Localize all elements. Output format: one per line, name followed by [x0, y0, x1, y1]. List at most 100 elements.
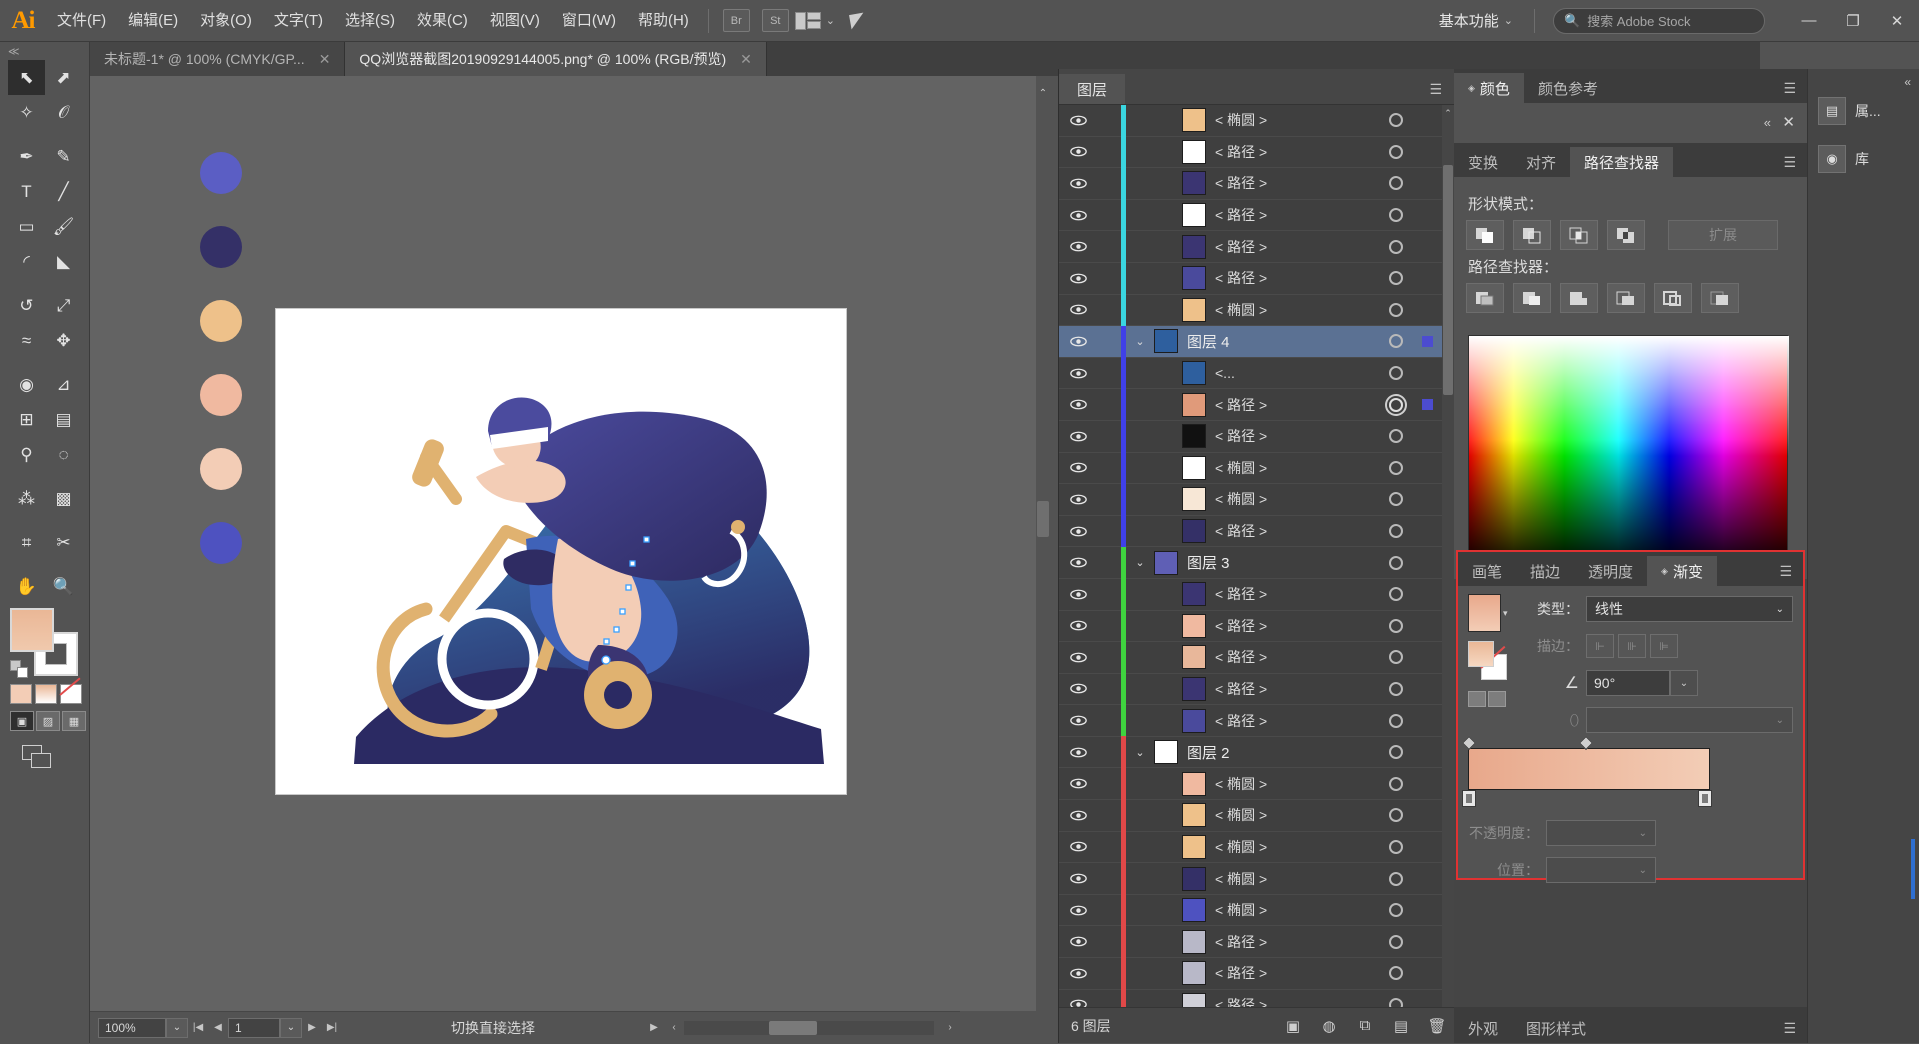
type-tool[interactable]: T	[8, 174, 45, 209]
make-clipping-mask-icon[interactable]: ▣	[1275, 1008, 1311, 1044]
lasso-tool[interactable]: 𝒪	[45, 95, 82, 130]
scale-tool[interactable]: ⤢	[45, 288, 82, 323]
expand-button[interactable]: 扩展	[1668, 220, 1778, 250]
layer-row[interactable]: < 路径 >	[1059, 420, 1455, 453]
delete-layer-icon[interactable]: 🗑	[1419, 1008, 1455, 1044]
target-indicator[interactable]	[1389, 934, 1403, 949]
target-indicator[interactable]	[1389, 587, 1403, 602]
target-indicator[interactable]	[1389, 808, 1403, 823]
tab-pathfinder[interactable]: 路径查找器	[1570, 147, 1674, 177]
layer-row[interactable]: <...	[1059, 357, 1455, 390]
color-spectrum[interactable]	[1468, 335, 1788, 567]
stroke-apply-within-icon[interactable]: ⊩	[1586, 634, 1614, 658]
rotate-tool[interactable]: ↺	[8, 288, 45, 323]
document-tab-2-close-icon[interactable]: ✕	[740, 51, 752, 68]
layer-row[interactable]: < 路径 >	[1059, 578, 1455, 611]
palette-dot-3[interactable]	[200, 300, 242, 342]
gradient-preview-swatch[interactable]	[1468, 594, 1501, 632]
unite-icon[interactable]	[1466, 220, 1504, 250]
eye-icon[interactable]	[1059, 810, 1097, 821]
gradient-opacity-select[interactable]: ⌄	[1546, 820, 1656, 846]
first-artboard-button[interactable]: |◀	[188, 1018, 208, 1038]
eye-icon[interactable]	[1059, 368, 1097, 379]
zoom-level-input[interactable]: 100%	[98, 1017, 166, 1038]
target-indicator[interactable]	[1389, 302, 1403, 317]
horizontal-scroll-thumb[interactable]	[769, 1020, 817, 1035]
gradient-type-select[interactable]: 线性 ⌄	[1586, 596, 1793, 622]
trim-icon[interactable]	[1513, 283, 1551, 313]
stroke-apply-along-icon[interactable]: ⊪	[1618, 634, 1646, 658]
default-fill-stroke-icon[interactable]	[10, 660, 30, 678]
layer-row[interactable]: < 路径 >	[1059, 199, 1455, 232]
layer-row[interactable]: < 椭圆 >	[1059, 894, 1455, 927]
target-indicator[interactable]	[1389, 745, 1403, 760]
selection-square[interactable]	[1422, 335, 1433, 347]
disclosure-triangle-icon[interactable]: ⌄	[1126, 746, 1154, 759]
eye-icon[interactable]	[1059, 841, 1097, 852]
dock-item-properties[interactable]: ▤ 属...	[1808, 87, 1919, 135]
layers-scrollbar[interactable]: ⌃	[1442, 105, 1454, 1007]
eye-icon[interactable]	[1059, 399, 1097, 410]
canvas-collapse-icon[interactable]: ⌃	[1037, 84, 1049, 102]
color-panel-menu-icon[interactable]: ☰	[1772, 73, 1807, 103]
gradient-location-select[interactable]: ⌄	[1546, 857, 1656, 883]
layer-row[interactable]: < 路径 >	[1059, 673, 1455, 706]
gradient-fill-swatch[interactable]	[1468, 641, 1494, 667]
document-tab-2[interactable]: QQ浏览器截图20190929144005.png* @ 100% (RGB/预…	[345, 42, 767, 76]
tab-transform[interactable]: 变换	[1454, 147, 1512, 177]
arrange-documents-icon[interactable]	[794, 11, 821, 30]
eye-icon[interactable]	[1059, 431, 1097, 442]
close-button[interactable]: ✕	[1875, 0, 1919, 42]
eye-icon[interactable]	[1059, 968, 1097, 979]
menu-file[interactable]: 文件(F)	[46, 0, 117, 42]
tab-brushes[interactable]: 画笔	[1458, 556, 1516, 586]
target-indicator[interactable]	[1389, 429, 1403, 444]
draw-behind-button[interactable]: ▨	[36, 711, 60, 731]
eye-icon[interactable]	[1059, 336, 1097, 347]
gradient-ramp[interactable]	[1468, 748, 1710, 790]
layer-row[interactable]: < 路径 >	[1059, 610, 1455, 643]
palette-dot-6[interactable]	[200, 522, 242, 564]
magic-wand-tool[interactable]: ✧	[8, 95, 45, 130]
new-sublayer-icon[interactable]: ⧉	[1347, 1008, 1383, 1044]
eye-icon[interactable]	[1059, 494, 1097, 505]
gradient-button[interactable]	[35, 684, 57, 704]
eye-icon[interactable]	[1059, 936, 1097, 947]
layer-row[interactable]: < 椭圆 >	[1059, 799, 1455, 832]
target-indicator[interactable]	[1389, 903, 1403, 918]
appearance-panel-menu-icon[interactable]: ☰	[1772, 1013, 1807, 1043]
eye-icon[interactable]	[1059, 999, 1097, 1007]
layer-row[interactable]: ⌄ 图层 4	[1059, 325, 1455, 358]
target-indicator[interactable]	[1389, 239, 1403, 254]
canvas-area[interactable]: ⌃	[90, 76, 1050, 1011]
gradient-stop-start[interactable]	[1462, 790, 1476, 807]
palette-dot-4[interactable]	[200, 374, 242, 416]
column-graph-tool[interactable]: ▩	[45, 481, 82, 516]
target-indicator[interactable]	[1389, 997, 1403, 1007]
last-artboard-button[interactable]: ▶|	[322, 1018, 342, 1038]
target-indicator[interactable]	[1389, 144, 1403, 159]
layer-row[interactable]: < 椭圆 >	[1059, 452, 1455, 485]
tab-gradient[interactable]: ◈ 渐变	[1647, 556, 1717, 586]
eye-icon[interactable]	[1059, 241, 1097, 252]
make-sublayer-icon[interactable]: ◍	[1311, 1008, 1347, 1044]
menu-effect[interactable]: 效果(C)	[406, 0, 479, 42]
none-button[interactable]	[60, 684, 82, 704]
menu-edit[interactable]: 编辑(E)	[117, 0, 189, 42]
arrange-chevron-down-icon[interactable]: ⌄	[826, 14, 835, 27]
gradient-preview-chevron-down-icon[interactable]: ▾	[1503, 608, 1508, 619]
restore-button[interactable]: ❐	[1831, 0, 1875, 42]
draw-normal-button[interactable]: ▣	[10, 711, 34, 731]
panel-collapse-icon[interactable]: «	[1764, 115, 1771, 130]
layers-scroll-up-icon[interactable]: ⌃	[1442, 105, 1454, 121]
dock-item-libraries[interactable]: ◉ 库	[1808, 135, 1919, 183]
tab-color[interactable]: ◈ 颜色	[1454, 73, 1524, 103]
target-indicator[interactable]	[1389, 681, 1403, 696]
target-indicator[interactable]	[1389, 397, 1403, 412]
direct-selection-tool[interactable]: ⬈	[45, 60, 82, 95]
target-indicator[interactable]	[1389, 492, 1403, 507]
stroke-apply-across-icon[interactable]: ⊫	[1650, 634, 1678, 658]
exclude-icon[interactable]	[1607, 220, 1645, 250]
target-indicator[interactable]	[1389, 524, 1403, 539]
eye-icon[interactable]	[1059, 526, 1097, 537]
